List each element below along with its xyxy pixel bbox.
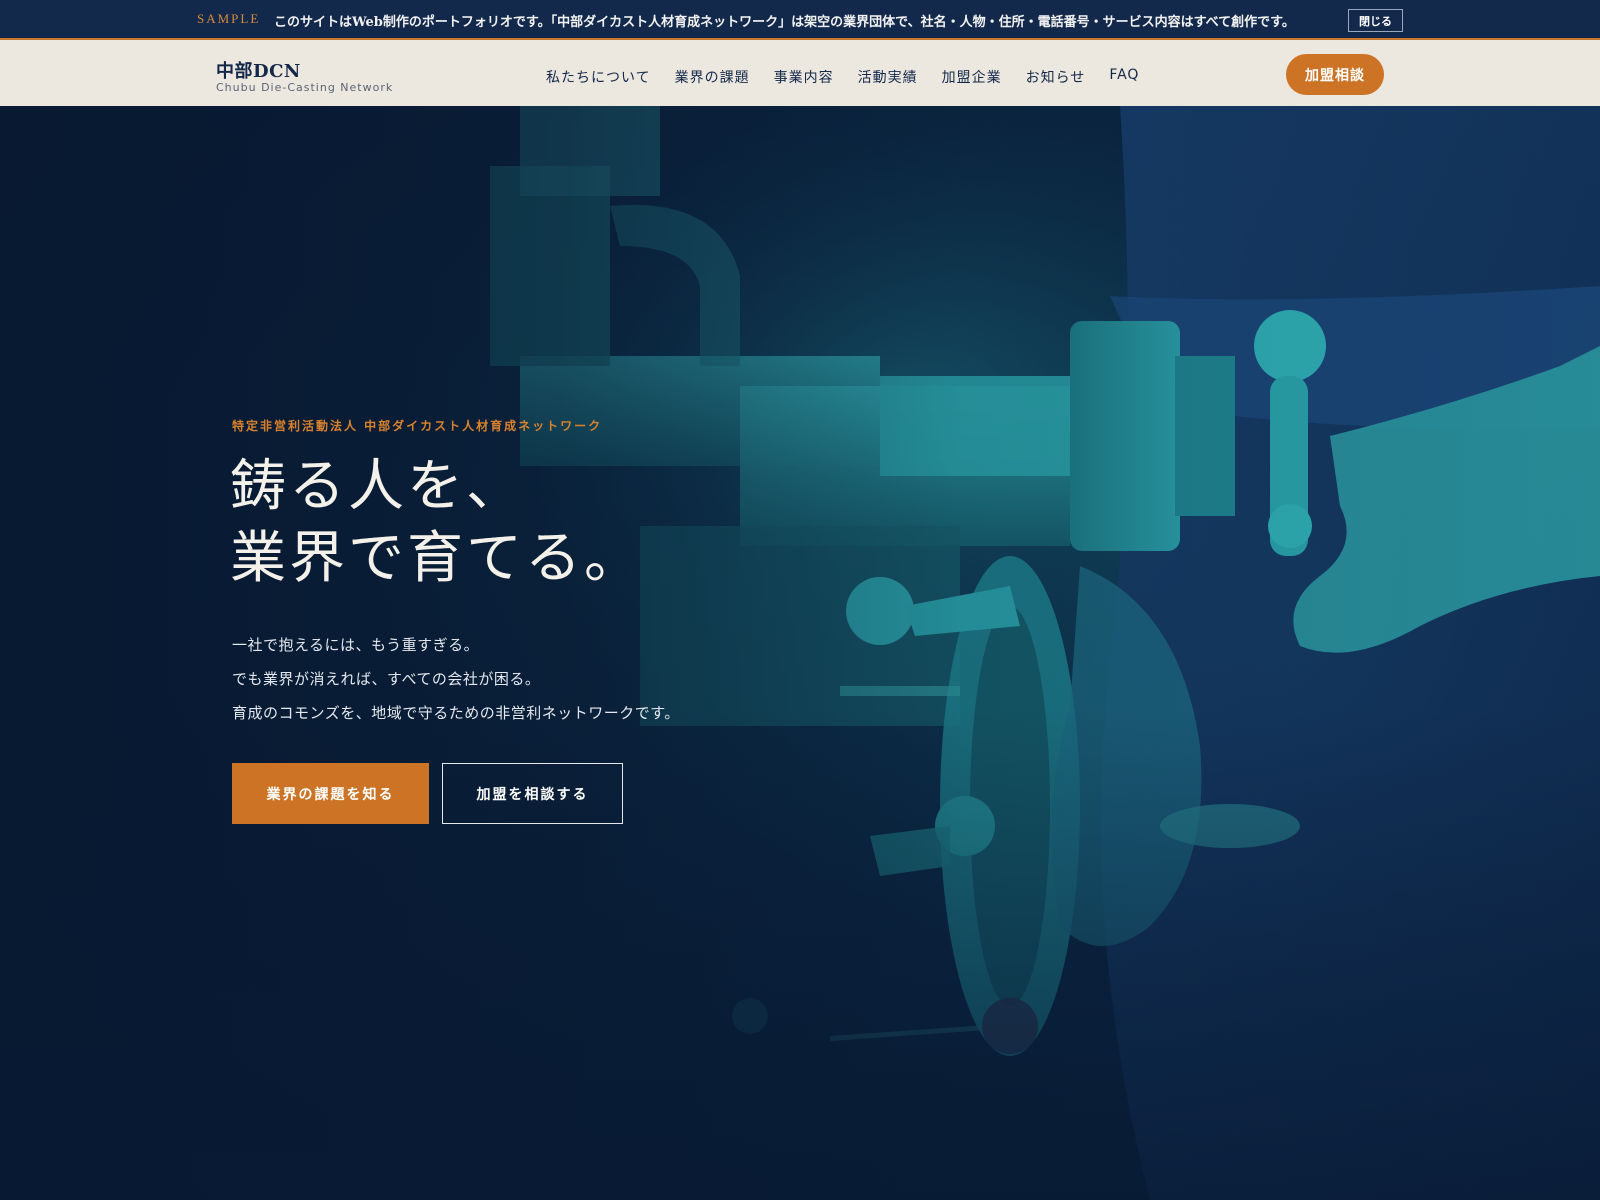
learn-issues-button[interactable]: 業界の課題を知る: [232, 763, 429, 824]
nav-item-services[interactable]: 事業内容: [774, 67, 834, 87]
site-logo-subtitle: Chubu Die-Casting Network: [216, 81, 394, 94]
nav-item-issues[interactable]: 業界の課題: [675, 67, 750, 87]
hero-headline-line: 鋳る人を、: [230, 454, 525, 519]
consult-membership-button[interactable]: 加盟を相談する: [442, 763, 623, 824]
sample-notice-bar: SAMPLE このサイトはWeb制作のポートフォリオです。「中部ダイカスト人材育…: [0, 0, 1600, 40]
site-header: 中部DCN Chubu Die-Casting Network 私たちについて …: [0, 40, 1600, 106]
notice-close-button[interactable]: 閉じる: [1348, 9, 1403, 32]
hero-lead-line: 一社で抱えるには、もう重すぎる。: [232, 636, 480, 654]
hero-lead-line: 育成のコモンズを、地域で守るための非営利ネットワークです。: [232, 704, 680, 722]
hero-lead-line: でも業界が消えれば、すべての会社が困る。: [232, 670, 541, 688]
hero-section: 特定非営利活動法人 中部ダイカスト人材育成ネットワーク 鋳る人を、 業界で育てる…: [0, 106, 1600, 1200]
main-nav: 私たちについて 業界の課題 事業内容 活動実績 加盟企業 お知らせ FAQ: [546, 67, 1163, 87]
site-logo[interactable]: 中部DCN: [216, 57, 301, 83]
hero-headline-line: 業界で育てる。: [230, 526, 643, 591]
nav-item-members[interactable]: 加盟企業: [942, 67, 1002, 87]
nav-item-faq[interactable]: FAQ: [1109, 67, 1139, 87]
sample-tag: SAMPLE: [197, 11, 261, 26]
sample-notice-text: このサイトはWeb制作のポートフォリオです。「中部ダイカスト人材育成ネットワーク…: [274, 15, 1295, 30]
nav-item-achievements[interactable]: 活動実績: [858, 67, 918, 87]
nav-item-news[interactable]: お知らせ: [1026, 67, 1086, 87]
join-consult-button[interactable]: 加盟相談: [1286, 54, 1384, 95]
hero-lead: 一社で抱えるには、もう重すぎる。 でも業界が消えれば、すべての会社が困る。 育成…: [232, 628, 680, 730]
nav-item-about[interactable]: 私たちについて: [546, 67, 651, 87]
hero-eyebrow: 特定非営利活動法人 中部ダイカスト人材育成ネットワーク: [232, 419, 603, 433]
hero-headline: 鋳る人を、 業界で育てる。: [230, 451, 643, 595]
